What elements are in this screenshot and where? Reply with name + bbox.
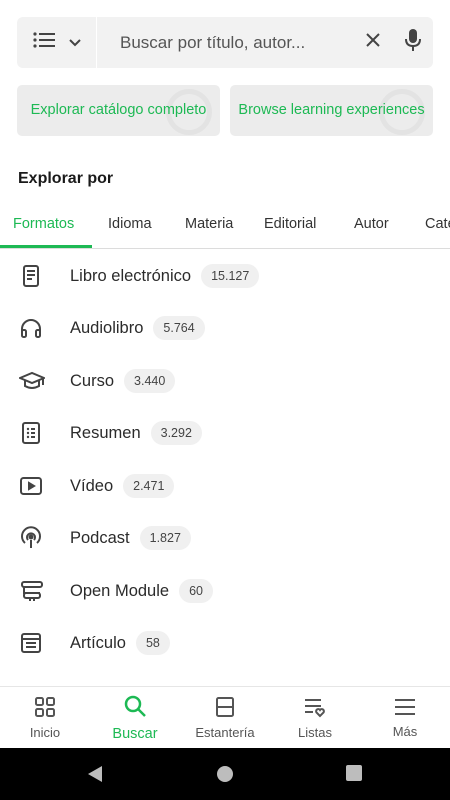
- microphone-icon: [404, 28, 422, 57]
- menu-icon: [394, 697, 416, 720]
- format-item-audiolibro[interactable]: Audiolibro 5.764: [0, 302, 450, 354]
- chevron-down-icon: [68, 34, 81, 52]
- format-label: Vídeo: [70, 476, 114, 495]
- nav-label: Más: [392, 723, 418, 739]
- tab-formatos[interactable]: Formatos: [13, 203, 74, 249]
- count-badge: 3.440: [124, 369, 176, 393]
- search-icon: [123, 694, 147, 722]
- graduation-cap-icon: [0, 355, 70, 407]
- browse-learning-label: Browse learning experiences: [238, 102, 425, 118]
- close-icon: [365, 32, 381, 53]
- ebook-icon: [0, 250, 70, 302]
- browse-learning-button[interactable]: Browse learning experiences: [230, 85, 433, 136]
- count-badge: 1.827: [139, 526, 191, 550]
- count-badge: 5.764: [153, 316, 205, 340]
- nav-label: Buscar: [112, 725, 158, 742]
- count-badge: 3.292: [150, 421, 202, 445]
- headphones-icon: [0, 302, 70, 354]
- format-label: Podcast: [70, 528, 130, 547]
- section-title: Explorar por: [18, 170, 114, 187]
- format-item-podcast[interactable]: Podcast 1.827: [0, 512, 450, 564]
- explore-catalog-label: Explorar catálogo completo: [30, 102, 207, 118]
- tab-materia[interactable]: Materia: [185, 203, 233, 249]
- format-label: Audiolibro: [70, 318, 144, 337]
- nav-mas[interactable]: Más: [360, 687, 450, 748]
- tab-autor[interactable]: Autor: [354, 203, 389, 249]
- filter-toggle-button[interactable]: [17, 17, 97, 68]
- nav-label: Listas: [298, 724, 332, 740]
- category-tabs: Formatos Idioma Materia Editorial Autor …: [0, 203, 450, 249]
- active-tab-indicator: [0, 245, 92, 248]
- summary-icon: [0, 407, 70, 459]
- search-bar: [17, 17, 433, 68]
- nav-inicio[interactable]: Inicio: [0, 687, 90, 748]
- explore-catalog-button[interactable]: Explorar catálogo completo: [17, 85, 220, 136]
- count-badge: 60: [179, 579, 213, 603]
- tab-idioma[interactable]: Idioma: [108, 203, 152, 249]
- voice-search-button[interactable]: [393, 17, 433, 68]
- format-item-libro-electronico[interactable]: Libro electrónico 15.127: [0, 250, 450, 302]
- home-grid-icon: [34, 696, 56, 721]
- tab-categoria[interactable]: Cate: [425, 203, 450, 249]
- bottom-navigation: Inicio Buscar Estantería Listas Más: [0, 686, 450, 748]
- nav-listas[interactable]: Listas: [270, 687, 360, 748]
- nav-buscar[interactable]: Buscar: [90, 687, 180, 748]
- nav-label: Inicio: [29, 724, 61, 740]
- nav-estanteria[interactable]: Estantería: [180, 687, 270, 748]
- shelf-icon: [214, 696, 236, 721]
- clear-search-button[interactable]: [353, 17, 393, 68]
- format-label: Resumen: [70, 423, 141, 442]
- format-item-open-module[interactable]: Open Module 60: [0, 565, 450, 617]
- tab-editorial[interactable]: Editorial: [264, 203, 316, 249]
- count-badge: 2.471: [123, 474, 175, 498]
- video-icon: [0, 460, 70, 512]
- back-icon[interactable]: [86, 765, 104, 788]
- promo-row: Explorar catálogo completo Browse learni…: [17, 85, 433, 136]
- search-input[interactable]: [97, 17, 353, 68]
- format-item-articulo[interactable]: Artículo 58: [0, 617, 450, 669]
- count-badge: 58: [135, 631, 170, 655]
- format-item-resumen[interactable]: Resumen 3.292: [0, 407, 450, 459]
- format-label: Curso: [70, 371, 115, 390]
- recents-icon[interactable]: [346, 765, 362, 786]
- lists-icon: [303, 696, 327, 721]
- system-navigation-bar: [0, 748, 450, 800]
- format-item-curso[interactable]: Curso 3.440: [0, 355, 450, 407]
- format-item-video[interactable]: Vídeo 2.471: [0, 460, 450, 512]
- home-icon[interactable]: [216, 765, 234, 788]
- format-label: Open Module: [70, 581, 170, 600]
- nav-label: Estantería: [195, 724, 255, 740]
- count-badge: 15.127: [201, 264, 260, 288]
- format-label: Artículo: [70, 633, 126, 652]
- open-module-icon: [0, 565, 70, 617]
- podcast-icon: [0, 512, 70, 564]
- list-icon: [32, 32, 55, 53]
- article-icon: [0, 617, 70, 669]
- format-label: Libro electrónico: [70, 266, 192, 285]
